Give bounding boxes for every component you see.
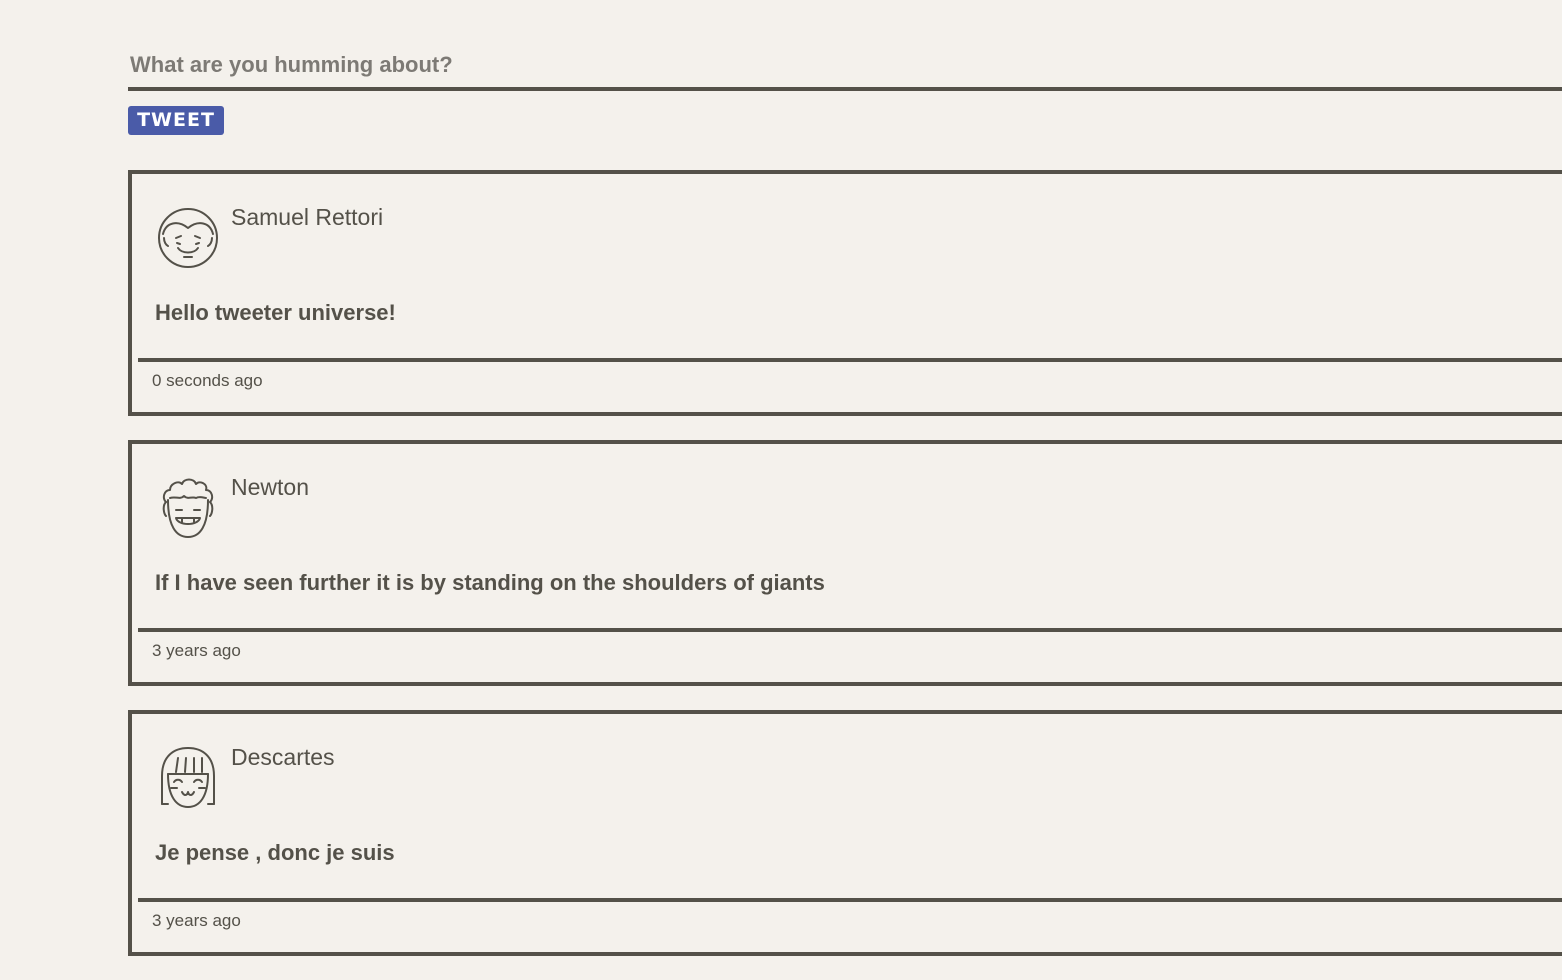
tweet-author: Descartes	[231, 744, 335, 770]
man-face-icon	[156, 204, 220, 272]
tweet-content: Je pense , donc je suis	[155, 840, 395, 865]
tweet-input[interactable]	[128, 30, 1562, 91]
tweet-card: Descartes Je pense , donc je suis 3 year…	[128, 710, 1562, 956]
tweet-button[interactable]: TWEET	[128, 106, 224, 135]
tweet-author: Samuel Rettori	[231, 204, 384, 230]
tweet-content: If I have seen further it is by standing…	[155, 570, 825, 595]
tweet-divider	[138, 358, 1562, 362]
tweet-author: Newton	[231, 474, 309, 500]
tweet-timestamp: 3 years ago	[152, 911, 241, 930]
tweet-timestamp: 0 seconds ago	[152, 371, 263, 390]
compose-form: TWEET	[128, 30, 1562, 135]
tweet-card: Newton If I have seen further it is by s…	[128, 440, 1562, 686]
curly-hair-face-icon	[156, 474, 220, 542]
tweet-content: Hello tweeter universe!	[155, 300, 396, 325]
tweet-feed: Samuel Rettori Hello tweeter universe! 0…	[128, 170, 1562, 980]
tweet-card: Samuel Rettori Hello tweeter universe! 0…	[128, 170, 1562, 416]
tweet-timestamp: 3 years ago	[152, 641, 241, 660]
tweet-divider	[138, 898, 1562, 902]
bob-hair-face-icon	[156, 744, 220, 812]
tweet-divider	[138, 628, 1562, 632]
